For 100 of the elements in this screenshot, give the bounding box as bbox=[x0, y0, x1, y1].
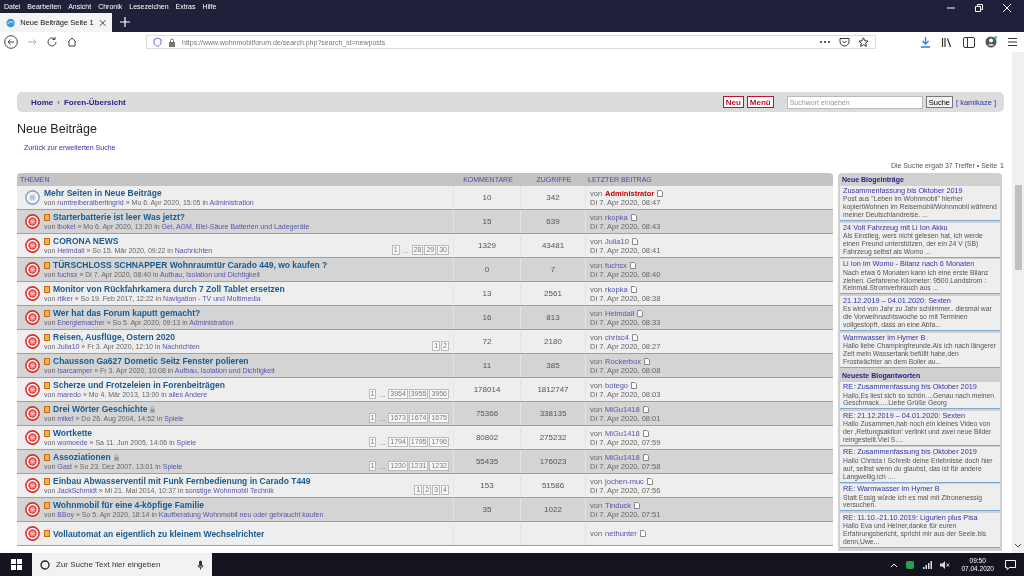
breadcrumb-link[interactable]: Foren-Übersicht bbox=[63, 97, 126, 107]
reload-icon[interactable] bbox=[46, 36, 58, 48]
go-to-post-icon[interactable] bbox=[631, 381, 638, 389]
view-count: 51586 bbox=[541, 481, 565, 490]
breadcrumb-link[interactable]: Home bbox=[31, 97, 54, 107]
comment-count: 10 bbox=[482, 193, 492, 202]
network-icon[interactable] bbox=[922, 559, 933, 570]
comment-count: 0 bbox=[484, 265, 490, 274]
go-to-post-icon[interactable] bbox=[646, 477, 653, 485]
comment-count: 153 bbox=[480, 481, 494, 490]
go-to-post-icon[interactable] bbox=[629, 261, 636, 269]
scrollbar[interactable] bbox=[1012, 52, 1024, 553]
new-post-icon[interactable] bbox=[44, 285, 50, 293]
star-icon[interactable] bbox=[858, 36, 869, 48]
search-icon bbox=[40, 559, 50, 570]
new-post-icon[interactable] bbox=[44, 530, 50, 537]
go-to-post-icon[interactable] bbox=[634, 501, 641, 509]
comment-count: 35 bbox=[482, 505, 492, 514]
app-icon[interactable] bbox=[905, 559, 916, 570]
view-count: 275232 bbox=[539, 433, 567, 442]
maximize-icon[interactable] bbox=[974, 2, 984, 13]
topic-title[interactable]: Reisen, Ausflüge, Ostern 2020 bbox=[53, 332, 176, 342]
library-icon[interactable] bbox=[941, 36, 953, 48]
go-to-post-icon[interactable] bbox=[631, 333, 638, 341]
go-to-post-icon[interactable] bbox=[642, 453, 649, 461]
new-tab-icon[interactable] bbox=[120, 17, 130, 27]
notification-icon[interactable] bbox=[1005, 559, 1016, 570]
go-to-post-icon[interactable] bbox=[630, 285, 637, 293]
new-post-icon[interactable] bbox=[44, 309, 50, 317]
windows-icon[interactable] bbox=[11, 559, 22, 570]
go-to-post-icon[interactable] bbox=[639, 530, 646, 537]
topic-title[interactable]: Drei Wörter Geschichte bbox=[53, 404, 148, 414]
go-to-post-icon[interactable] bbox=[643, 357, 650, 365]
download-icon[interactable] bbox=[920, 36, 931, 48]
go-to-post-icon[interactable] bbox=[637, 309, 644, 317]
taskbar-search-field[interactable]: Zur Suche Text hier eingeben bbox=[32, 553, 212, 576]
sidebar-icon[interactable] bbox=[963, 36, 975, 48]
site-icon bbox=[6, 17, 16, 28]
comment-count: 1329 bbox=[478, 241, 496, 250]
comment-count: 178014 bbox=[473, 385, 501, 394]
new-post-icon[interactable] bbox=[44, 405, 50, 413]
view-count: 2180 bbox=[544, 337, 562, 346]
view-count: 385 bbox=[546, 361, 560, 370]
home-icon[interactable] bbox=[66, 36, 78, 48]
topic-title[interactable]: CORONA NEWS bbox=[53, 236, 119, 246]
pocket-icon[interactable] bbox=[839, 37, 850, 47]
view-count: 813 bbox=[546, 313, 560, 322]
topic-title[interactable]: Einbau Abwasserventil mit Funk Fernbedienung in Carado T449 bbox=[53, 476, 311, 486]
topic-title[interactable]: Mehr Seiten in Neue Beiträge bbox=[44, 188, 162, 198]
topic-title[interactable]: TÜRSCHLOSS SCHNAPPER Wohnraumtür Carado 449, wo kaufen ? bbox=[53, 260, 328, 270]
back-icon[interactable] bbox=[4, 35, 18, 49]
account-icon[interactable] bbox=[985, 36, 997, 48]
topic-title[interactable]: Scherze und Frotzeleien in Forenbeiträgen bbox=[53, 380, 225, 390]
new-post-icon[interactable] bbox=[44, 477, 50, 485]
comment-count: 15 bbox=[482, 217, 492, 226]
go-to-post-icon[interactable] bbox=[642, 429, 649, 437]
view-count: 2561 bbox=[544, 289, 562, 298]
menu-icon[interactable] bbox=[1007, 37, 1018, 47]
go-to-post-icon[interactable] bbox=[642, 405, 649, 413]
comment-count: 75366 bbox=[475, 409, 499, 418]
comment-count: 72 bbox=[482, 337, 492, 346]
go-to-post-icon[interactable] bbox=[657, 189, 664, 197]
new-post-icon[interactable] bbox=[44, 357, 50, 365]
chevron-up-icon[interactable] bbox=[890, 561, 899, 568]
new-post-icon[interactable] bbox=[44, 261, 50, 269]
new-post-icon[interactable] bbox=[44, 381, 50, 389]
view-count: 1812747 bbox=[537, 385, 569, 394]
comment-count: 11 bbox=[482, 361, 492, 370]
volume-icon[interactable] bbox=[939, 559, 951, 570]
new-post-icon[interactable] bbox=[44, 237, 50, 245]
view-count: 1022 bbox=[544, 505, 562, 514]
view-count: 639 bbox=[546, 217, 560, 226]
topic-title[interactable]: Wohnmobil für eine 4-köpfige Familie bbox=[53, 500, 204, 510]
new-post-icon[interactable] bbox=[44, 453, 50, 461]
more-icon[interactable] bbox=[819, 40, 831, 44]
topic-title[interactable]: Wer hat das Forum kaputt gemacht? bbox=[53, 308, 201, 318]
scroll-down-icon[interactable] bbox=[1014, 543, 1022, 549]
go-to-post-icon[interactable] bbox=[630, 213, 637, 221]
new-post-icon[interactable] bbox=[44, 333, 50, 341]
go-to-post-icon[interactable] bbox=[631, 237, 638, 245]
topic-title[interactable]: Chausson Ga627 Dometic Seitz Fenster polieren bbox=[53, 356, 249, 366]
comment-count: 55435 bbox=[475, 457, 499, 466]
scrollbar-thumb[interactable] bbox=[1015, 185, 1022, 270]
microphone-icon[interactable] bbox=[197, 559, 204, 570]
view-count: 338135 bbox=[539, 409, 567, 418]
view-count: 7 bbox=[550, 265, 556, 274]
topic-title[interactable]: Assoziationen bbox=[53, 452, 111, 462]
topic-title[interactable]: Starterbatterie ist leer Was jetzt? bbox=[53, 212, 185, 222]
breadcrumb-separator: ‹ bbox=[57, 97, 60, 107]
view-count: 176023 bbox=[539, 457, 567, 466]
new-post-icon[interactable] bbox=[44, 501, 50, 509]
topic-title[interactable]: Wortkette bbox=[53, 428, 93, 438]
topic-title[interactable]: Vollautomat an eigentlich zu kleinem Wechselrichter bbox=[53, 528, 265, 539]
page-title: Neue Beiträge bbox=[17, 122, 98, 136]
header-button[interactable]: Menü bbox=[746, 96, 774, 108]
view-count: 43481 bbox=[541, 241, 565, 250]
new-post-icon[interactable] bbox=[44, 213, 50, 221]
new-post-icon[interactable] bbox=[44, 429, 50, 437]
topic-title[interactable]: Monitor von Rückfahrkamera durch 7 Zoll Tablet ersetzen bbox=[53, 284, 285, 294]
header-button[interactable]: Neu bbox=[722, 96, 744, 108]
